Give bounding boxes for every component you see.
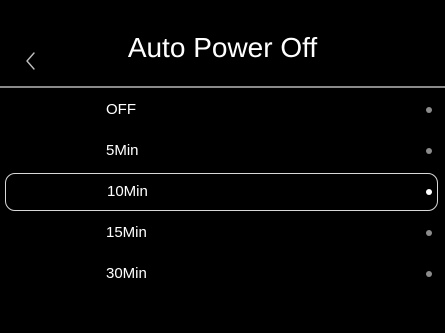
radio-dot-icon — [426, 107, 432, 113]
radio-dot-icon — [426, 148, 432, 154]
option-30min[interactable]: 30Min — [0, 254, 445, 294]
option-label: 5Min — [106, 142, 139, 159]
option-label: 10Min — [107, 183, 148, 200]
header: Auto Power Off — [0, 0, 445, 86]
page-title: Auto Power Off — [127, 32, 318, 63]
option-off[interactable]: OFF — [0, 90, 445, 130]
option-5min[interactable]: 5Min — [0, 131, 445, 171]
option-label: OFF — [106, 101, 136, 118]
option-15min[interactable]: 15Min — [0, 213, 445, 253]
radio-dot-icon — [426, 189, 432, 195]
option-label: 30Min — [106, 265, 147, 282]
option-label: 15Min — [106, 224, 147, 241]
header-divider — [0, 86, 445, 88]
radio-dot-icon — [426, 271, 432, 277]
option-10min[interactable]: 10Min — [5, 173, 438, 211]
radio-dot-icon — [426, 230, 432, 236]
auto-power-off-screen: Auto Power Off OFF 5Min 10Min 15Min 30Mi… — [0, 0, 445, 333]
